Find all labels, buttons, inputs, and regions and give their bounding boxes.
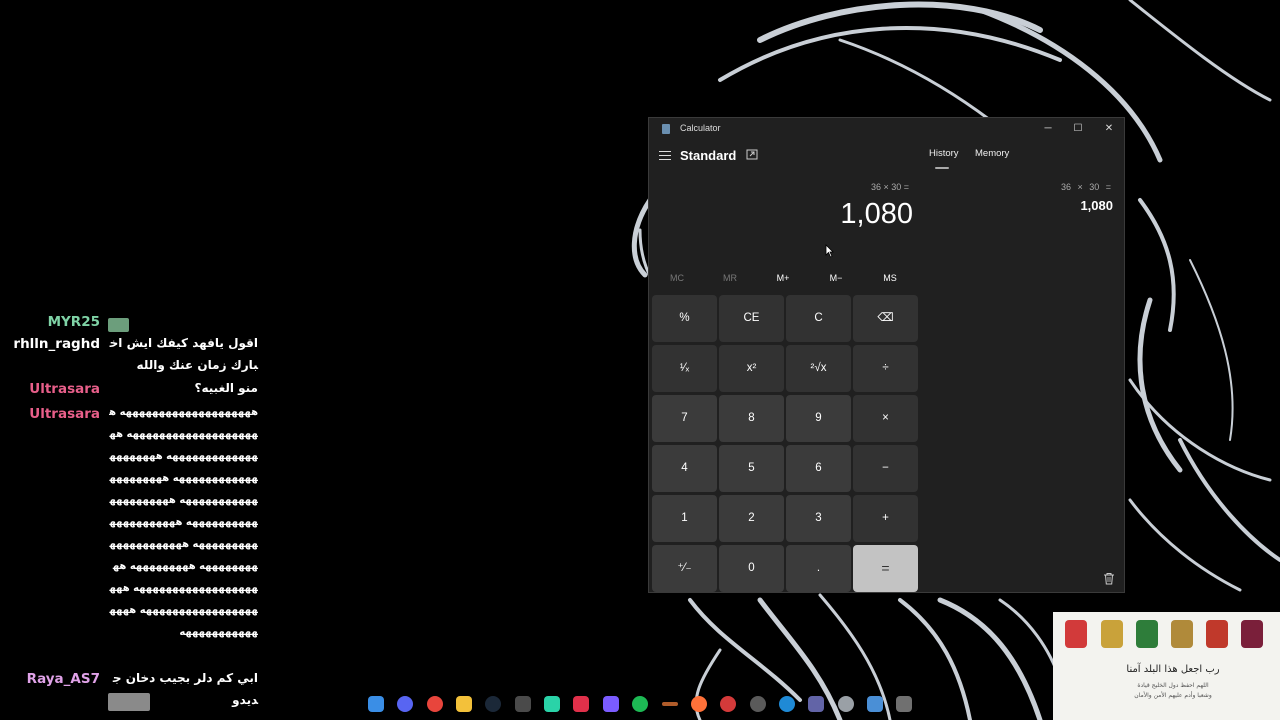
chat-username: rhlln_raghd: [13, 336, 100, 352]
mode-title: Standard: [680, 148, 737, 163]
digit-9-button[interactable]: 9: [786, 395, 851, 442]
digit-1-button[interactable]: 1: [652, 495, 717, 542]
app-icon[interactable]: [544, 696, 560, 712]
start-icon[interactable]: [368, 696, 384, 712]
tab-memory[interactable]: Memory: [975, 148, 1009, 159]
calculator-window: Calculator ─ ☐ ✕ Standard History Memory…: [648, 117, 1125, 593]
divide-button[interactable]: ÷: [853, 345, 918, 392]
memory-clear-button[interactable]: MC: [657, 273, 697, 283]
mouse-cursor-icon: [825, 244, 834, 258]
chat-text: منو الغبيه؟: [194, 381, 258, 395]
file-explorer-icon[interactable]: [456, 696, 472, 712]
banner-text: وشعبا وأدم عليهم الأمن والأمان: [1134, 692, 1212, 699]
add-button[interactable]: +: [853, 495, 918, 542]
clear-entry-button[interactable]: CE: [719, 295, 784, 342]
desktop: MYR25 rhlln_raghd اقول يافهد كيفك ايش اخ…: [0, 0, 1280, 720]
digit-2-button[interactable]: 2: [719, 495, 784, 542]
calculator-icon[interactable]: [896, 696, 912, 712]
taskbar: [365, 694, 915, 716]
banner-title: رب اجعل هذا البلد آمنا: [1126, 664, 1220, 675]
digit-0-button[interactable]: 0: [719, 545, 784, 592]
keep-on-top-icon[interactable]: [746, 149, 758, 160]
teams-icon[interactable]: [808, 696, 824, 712]
chat-overlay: MYR25 rhlln_raghd اقول يافهد كيفك ايش اخ…: [0, 312, 270, 720]
subtract-button[interactable]: −: [853, 445, 918, 492]
edge-icon[interactable]: [779, 696, 795, 712]
active-tab-indicator: [935, 167, 949, 169]
percent-button[interactable]: %: [652, 295, 717, 342]
uae-emblem-icon: [1171, 620, 1193, 648]
reciprocal-button[interactable]: ¹⁄ₓ: [652, 345, 717, 392]
multiply-button[interactable]: ×: [853, 395, 918, 442]
banner: رب اجعل هذا البلد آمنا اللهم احفظ دول ال…: [1053, 612, 1280, 720]
discord-icon[interactable]: [397, 696, 413, 712]
kuwait-emblem-icon: [1101, 620, 1123, 648]
calculator-app-icon: [662, 124, 670, 134]
digit-4-button[interactable]: 4: [652, 445, 717, 492]
memory-store-button[interactable]: MS: [870, 273, 910, 283]
tab-history[interactable]: History: [929, 148, 959, 159]
square-button[interactable]: x²: [719, 345, 784, 392]
digit-6-button[interactable]: 6: [786, 445, 851, 492]
decimal-button[interactable]: .: [786, 545, 851, 592]
backspace-button[interactable]: ⌫: [853, 295, 918, 342]
chat-username: Ultrasara: [29, 381, 100, 397]
equals-button[interactable]: =: [853, 545, 918, 592]
firefox-icon[interactable]: [691, 696, 707, 712]
digit-5-button[interactable]: 5: [719, 445, 784, 492]
saudi-emblem-icon: [1136, 620, 1158, 648]
history-result[interactable]: 1,080: [1029, 198, 1113, 213]
tool-icon[interactable]: [662, 702, 678, 706]
emote-icon: [108, 318, 129, 332]
bahrain-emblem-icon: [1065, 620, 1087, 648]
app-red-icon[interactable]: [720, 696, 736, 712]
chat-text: ههههههههههههههههههههه هههههههههههههههههه…: [109, 407, 258, 638]
digit-3-button[interactable]: 3: [786, 495, 851, 542]
trash-icon[interactable]: [1103, 572, 1115, 585]
spotify-icon[interactable]: [632, 696, 648, 712]
digit-8-button[interactable]: 8: [719, 395, 784, 442]
negate-button[interactable]: ⁺⁄₋: [652, 545, 717, 592]
chrome-icon[interactable]: [427, 696, 443, 712]
oman-emblem-icon: [1206, 620, 1228, 648]
maximize-button[interactable]: ☐: [1066, 120, 1090, 138]
media-icon[interactable]: [603, 696, 619, 712]
chat-text: اقول يافهد كيفك ايش اخبارك زمان عنك والل…: [109, 336, 258, 372]
window-title: Calculator: [680, 123, 721, 133]
clear-button[interactable]: C: [786, 295, 851, 342]
menu-icon[interactable]: [658, 148, 672, 162]
chat-username: Raya_AS7: [26, 671, 100, 687]
settings-icon[interactable]: [838, 696, 854, 712]
memory-subtract-button[interactable]: M−: [816, 273, 856, 283]
chat-username: Ultrasara: [29, 406, 100, 422]
memory-add-button[interactable]: M+: [763, 273, 803, 283]
emote-icon: [108, 693, 150, 711]
minimize-button[interactable]: ─: [1036, 120, 1060, 138]
xbox-icon[interactable]: [515, 696, 531, 712]
history-expression[interactable]: 36 × 30 =: [1029, 182, 1111, 192]
expression-display: 36 × 30 =: [870, 182, 909, 192]
banner-text: اللهم احفظ دول الخليج قيادة: [1137, 682, 1209, 689]
obs-icon[interactable]: [750, 696, 766, 712]
close-button[interactable]: ✕: [1097, 120, 1121, 138]
adobe-icon[interactable]: [573, 696, 589, 712]
square-root-button[interactable]: ²√x: [786, 345, 851, 392]
title-bar[interactable]: Calculator ─ ☐ ✕: [649, 118, 1124, 140]
app-blue-icon[interactable]: [867, 696, 883, 712]
qatar-emblem-icon: [1241, 620, 1263, 648]
result-display: 1,080: [840, 198, 913, 230]
digit-7-button[interactable]: 7: [652, 395, 717, 442]
steam-icon[interactable]: [485, 696, 501, 712]
chat-username: MYR25: [47, 314, 100, 330]
memory-recall-button[interactable]: MR: [710, 273, 750, 283]
